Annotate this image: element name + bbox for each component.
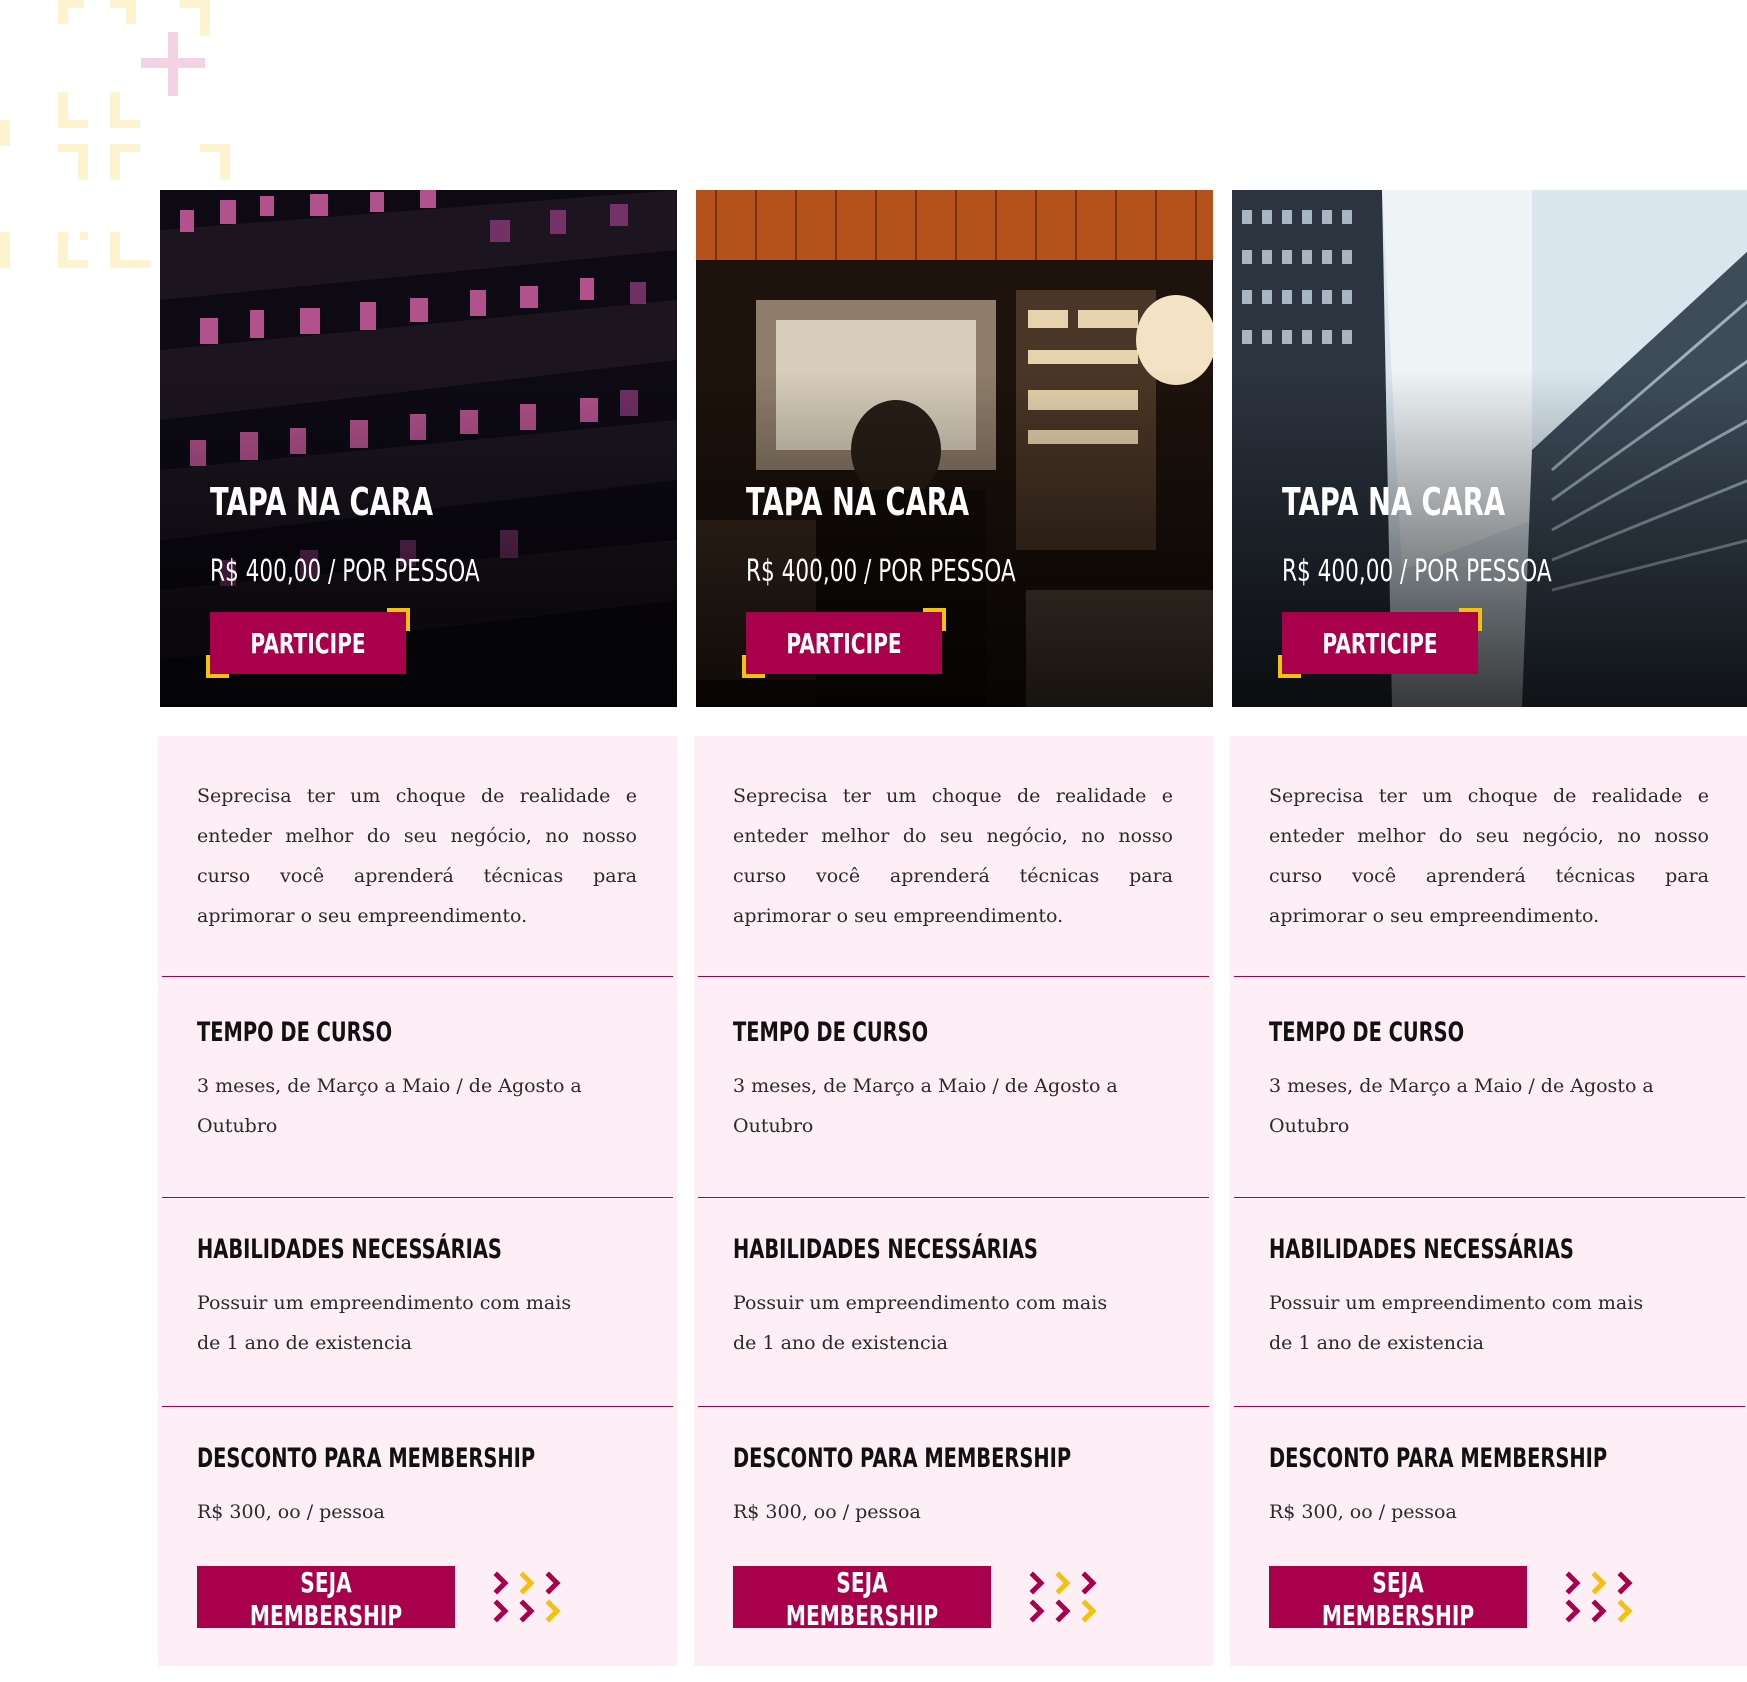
membership-row: SEJA MEMBERSHIP xyxy=(1230,1566,1747,1632)
membership-discount-section: DESCONTO PARA MEMBERSHIP R$ 300, oo / pe… xyxy=(1230,1407,1747,1552)
participate-button[interactable]: PARTICIPE xyxy=(1282,612,1478,674)
membership-button[interactable]: SEJA MEMBERSHIP xyxy=(1269,1566,1527,1632)
card-description: Seprecisa ter um choque de realidade e e… xyxy=(1269,785,1709,927)
section-text: Possuir um empreendimento com mais de 1 … xyxy=(1269,1292,1644,1354)
section-title: DESCONTO PARA MEMBERSHIP xyxy=(1269,1443,1608,1474)
card-hero: TAPA NA CARA R$ 400,00 / POR PESSOA PART… xyxy=(160,190,677,707)
section-text: 3 meses, de Março a Maio / de Agosto a O… xyxy=(1269,1075,1654,1137)
participate-button-wrap: PARTICIPE xyxy=(206,608,410,678)
card-price: R$ 400,00 / POR PESSOA xyxy=(1282,554,1552,589)
membership-button[interactable]: SEJA MEMBERSHIP xyxy=(197,1566,455,1632)
course-duration-section: TEMPO DE CURSO 3 meses, de Março a Maio … xyxy=(158,977,677,1197)
card-title: TAPA NA CARA xyxy=(210,480,434,524)
course-card: TAPA NA CARA R$ 400,00 / POR PESSOA PART… xyxy=(158,190,677,1666)
section-text: R$ 300, oo / pessoa xyxy=(1269,1501,1457,1523)
chevrons-icon xyxy=(1565,1571,1633,1623)
section-title: TEMPO DE CURSO xyxy=(197,1017,393,1048)
section-title: DESCONTO PARA MEMBERSHIP xyxy=(197,1443,536,1474)
card-price: R$ 400,00 / POR PESSOA xyxy=(210,554,480,589)
membership-row: SEJA MEMBERSHIP xyxy=(158,1566,677,1632)
participate-button-label: PARTICIPE xyxy=(1322,626,1438,660)
participate-button-wrap: PARTICIPE xyxy=(1278,608,1482,678)
card-details: Seprecisa ter um choque de realidade e e… xyxy=(158,736,677,1666)
section-title: TEMPO DE CURSO xyxy=(1269,1017,1465,1048)
participate-button-label: PARTICIPE xyxy=(250,626,366,660)
card-details: Seprecisa ter um choque de realidade e e… xyxy=(694,736,1213,1666)
course-card: TAPA NA CARA R$ 400,00 / POR PESSOA PART… xyxy=(694,190,1213,1666)
required-skills-section: HABILIDADES NECESSÁRIAS Possuir um empre… xyxy=(694,1198,1213,1406)
participate-button-label: PARTICIPE xyxy=(786,626,902,660)
card-title: TAPA NA CARA xyxy=(1282,480,1506,524)
membership-row: SEJA MEMBERSHIP xyxy=(694,1566,1213,1632)
membership-button-label: SEJA MEMBERSHIP xyxy=(249,1566,403,1632)
section-title: HABILIDADES NECESSÁRIAS xyxy=(1269,1234,1574,1265)
course-card: TAPA NA CARA R$ 400,00 / POR PESSOA PART… xyxy=(1230,190,1747,1666)
page: TAPA NA CARA R$ 400,00 / POR PESSOA PART… xyxy=(0,0,1747,1682)
card-hero: TAPA NA CARA R$ 400,00 / POR PESSOA PART… xyxy=(1232,190,1747,707)
card-description: Seprecisa ter um choque de realidade e e… xyxy=(733,785,1173,927)
participate-button[interactable]: PARTICIPE xyxy=(210,612,406,674)
card-details: Seprecisa ter um choque de realidade e e… xyxy=(1230,736,1747,1666)
membership-discount-section: DESCONTO PARA MEMBERSHIP R$ 300, oo / pe… xyxy=(694,1407,1213,1552)
card-hero: TAPA NA CARA R$ 400,00 / POR PESSOA PART… xyxy=(696,190,1213,707)
section-title: TEMPO DE CURSO xyxy=(733,1017,929,1048)
section-text: 3 meses, de Março a Maio / de Agosto a O… xyxy=(733,1075,1118,1137)
card-title: TAPA NA CARA xyxy=(746,480,970,524)
course-duration-section: TEMPO DE CURSO 3 meses, de Março a Maio … xyxy=(694,977,1213,1197)
section-title: HABILIDADES NECESSÁRIAS xyxy=(733,1234,1038,1265)
participate-button[interactable]: PARTICIPE xyxy=(746,612,942,674)
section-text: Possuir um empreendimento com mais de 1 … xyxy=(733,1292,1108,1354)
chevrons-icon xyxy=(493,1571,561,1623)
section-title: HABILIDADES NECESSÁRIAS xyxy=(197,1234,502,1265)
section-title: DESCONTO PARA MEMBERSHIP xyxy=(733,1443,1072,1474)
section-text: Possuir um empreendimento com mais de 1 … xyxy=(197,1292,572,1354)
participate-button-wrap: PARTICIPE xyxy=(742,608,946,678)
course-cards: TAPA NA CARA R$ 400,00 / POR PESSOA PART… xyxy=(158,190,1747,1666)
card-price: R$ 400,00 / POR PESSOA xyxy=(746,554,1016,589)
membership-button-label: SEJA MEMBERSHIP xyxy=(1321,1566,1475,1632)
required-skills-section: HABILIDADES NECESSÁRIAS Possuir um empre… xyxy=(1230,1198,1747,1406)
section-text: 3 meses, de Março a Maio / de Agosto a O… xyxy=(197,1075,582,1137)
card-description: Seprecisa ter um choque de realidade e e… xyxy=(197,785,637,927)
section-text: R$ 300, oo / pessoa xyxy=(197,1501,385,1523)
course-duration-section: TEMPO DE CURSO 3 meses, de Março a Maio … xyxy=(1230,977,1747,1197)
membership-discount-section: DESCONTO PARA MEMBERSHIP R$ 300, oo / pe… xyxy=(158,1407,677,1552)
required-skills-section: HABILIDADES NECESSÁRIAS Possuir um empre… xyxy=(158,1198,677,1406)
membership-button[interactable]: SEJA MEMBERSHIP xyxy=(733,1566,991,1632)
section-text: R$ 300, oo / pessoa xyxy=(733,1501,921,1523)
chevrons-icon xyxy=(1029,1571,1097,1623)
membership-button-label: SEJA MEMBERSHIP xyxy=(785,1566,939,1632)
